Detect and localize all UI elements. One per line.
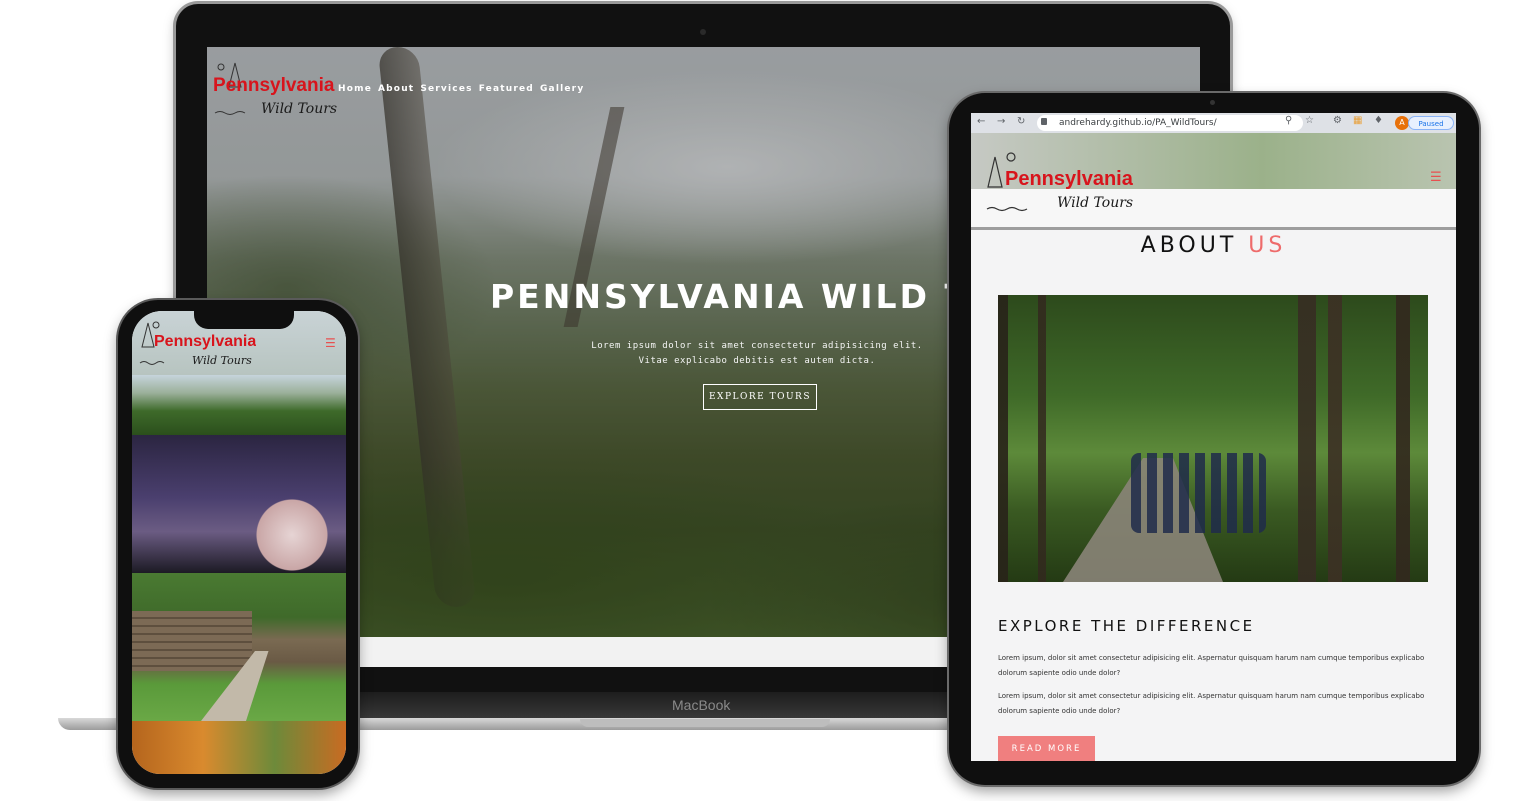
about-title-accent: US [1248, 233, 1287, 258]
water-wave-icon [139, 361, 165, 365]
lock-icon [1041, 118, 1047, 125]
nav-item-home[interactable]: Home [338, 84, 372, 94]
explore-tours-button[interactable]: EXPLORE TOURS [703, 384, 817, 410]
paragraph-2: Lorem ipsum, dolor sit amet consectetur … [998, 692, 1425, 715]
forward-arrow-icon[interactable]: → [997, 116, 1005, 127]
sun-icon [152, 321, 160, 329]
paused-badge[interactable]: Paused [1408, 116, 1454, 130]
gallery-image-valley[interactable] [132, 375, 346, 435]
nav-item-featured[interactable]: Featured [479, 84, 534, 94]
logo-title: Pennsylvania [213, 75, 335, 96]
site-logo[interactable]: Pennsylvania Wild Tours [211, 61, 341, 121]
hamburger-icon[interactable]: ☰ [1430, 170, 1442, 185]
gallery-image-observatory[interactable] [132, 435, 346, 573]
section-heading: EXPLORE THE DIFFERENCE [998, 617, 1255, 635]
water-wave-icon [986, 206, 1028, 212]
nav-item-services[interactable]: Services [420, 84, 472, 94]
phone-logo-title: Pennsylvania [154, 333, 256, 350]
hiking-group [1131, 453, 1266, 533]
gallery-image-waterfall[interactable] [132, 721, 346, 774]
sun-icon [1006, 152, 1016, 162]
sun-icon [217, 63, 225, 71]
log-cabin [132, 611, 252, 671]
tablet-camera [1210, 100, 1215, 105]
about-section-title: ABOUT US [971, 233, 1456, 258]
tablet-site-logo[interactable]: Pennsylvania Wild Tours [985, 149, 1145, 213]
paragraph-1: Lorem ipsum, dolor sit amet consectetur … [998, 654, 1425, 677]
laptop-brand-label: MacBook [672, 697, 731, 713]
logo-subtitle: Wild Tours [261, 101, 337, 117]
phone-screen: Pennsylvania Wild Tours ☰ [132, 311, 346, 774]
main-nav: Home About Services Featured Gallery [338, 84, 584, 94]
extension-icon[interactable]: ▦ [1353, 115, 1362, 126]
back-arrow-icon[interactable]: ← [977, 116, 985, 127]
avatar[interactable]: A [1395, 116, 1409, 130]
address-bar[interactable]: andrehardy.github.io/PA_WildTours/ [1037, 115, 1303, 131]
browser-toolbar: ← → ↻ andrehardy.github.io/PA_WildTours/… [971, 113, 1456, 133]
hero-text: Lorem ipsum dolor sit amet consectetur a… [591, 341, 923, 366]
tablet-screen: ← → ↻ andrehardy.github.io/PA_WildTours/… [971, 113, 1456, 761]
hero-title: PENNSYLVANIA WILD TO [490, 277, 1002, 316]
read-more-button[interactable]: READ MORE [998, 736, 1095, 761]
laptop-camera [700, 29, 706, 35]
search-icon[interactable]: ⚲ [1285, 115, 1292, 126]
pine-tree-icon [141, 322, 155, 348]
phone-notch [194, 307, 294, 329]
nav-item-gallery[interactable]: Gallery [540, 84, 584, 94]
laptop-lid-notch [580, 719, 830, 727]
tablet-logo-subtitle: Wild Tours [1057, 195, 1133, 211]
hamburger-icon[interactable]: ☰ [325, 336, 336, 350]
about-title-main: ABOUT [1140, 233, 1238, 258]
puzzle-icon[interactable]: ♦ [1374, 115, 1383, 126]
tablet-logo-title: Pennsylvania [1005, 168, 1134, 190]
star-icon[interactable]: ☆ [1305, 115, 1314, 126]
pine-tree-icon [987, 156, 1003, 188]
about-photo-hikers [998, 295, 1428, 582]
water-wave-icon [214, 111, 246, 115]
reload-icon[interactable]: ↻ [1017, 116, 1025, 127]
phone-logo-subtitle: Wild Tours [192, 354, 252, 367]
gear-extension-icon[interactable]: ⚙ [1333, 115, 1342, 126]
nav-item-about[interactable]: About [378, 84, 414, 94]
